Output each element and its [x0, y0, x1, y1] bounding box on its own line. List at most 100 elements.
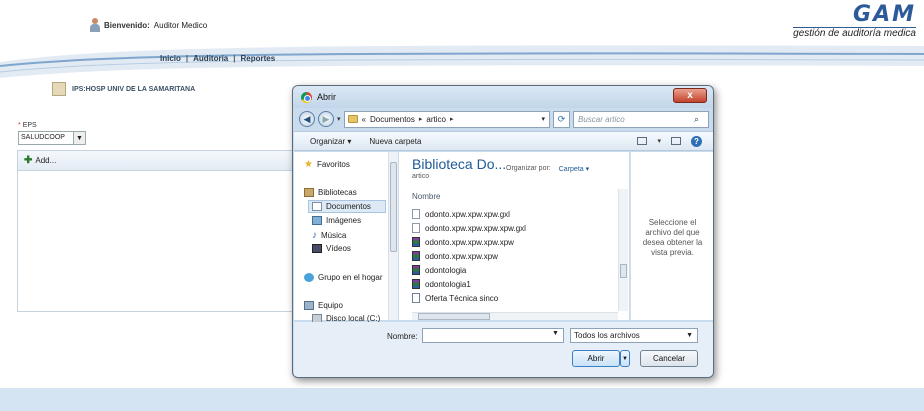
dialog-bottom-bar: Nombre: ▼ Todos los archivos ▼ Abrir ▼ C… — [294, 322, 713, 377]
view-controls: ▾ ? — [637, 135, 713, 147]
back-arrow-icon[interactable]: ◀ — [299, 111, 315, 127]
address-prefix[interactable]: « — [362, 115, 366, 124]
arrange-by-label: Organizar por: — [506, 165, 551, 172]
chevron-down-icon[interactable]: ▼ — [73, 132, 85, 144]
nav-auditoria[interactable]: Auditoria — [193, 54, 228, 63]
file-icon — [412, 223, 420, 233]
archive-file-icon — [412, 279, 420, 289]
nav-videos[interactable]: Vídeos — [312, 244, 351, 253]
nav-inicio[interactable]: Inicio — [160, 54, 181, 63]
chevron-down-icon[interactable]: ▾ — [537, 115, 549, 123]
nav-computer[interactable]: Equipo — [304, 301, 343, 310]
ips-header: IPS:HOSP UNIV DE LA SAMARITANA — [52, 82, 195, 96]
list-item[interactable]: odonto.xpw.xpw.xpw.xpw — [412, 235, 612, 249]
list-item[interactable]: odonto.xpw.xpw.xpw.xpw.gxl — [412, 221, 612, 235]
search-box[interactable]: ⌕ — [573, 110, 709, 128]
image-icon — [312, 216, 322, 225]
preview-pane: Seleccione el archivo del que desea obte… — [630, 152, 713, 320]
page-footer — [0, 388, 924, 411]
command-bar: Organizar ▾ Nueva carpeta ▾ ? — [294, 131, 713, 151]
view-options-icon[interactable] — [637, 137, 648, 145]
chevron-right-icon[interactable]: ▸ — [450, 115, 454, 123]
user-icon — [90, 18, 100, 32]
ips-label: IPS:HOSP UNIV DE LA SAMARITANA — [72, 85, 196, 93]
gam-logo: GAM — [853, 2, 916, 27]
nav-separator: | — [185, 53, 189, 63]
breadcrumb-documentos[interactable]: Documentos — [370, 115, 415, 124]
forward-arrow-icon[interactable]: ▶ — [318, 111, 334, 127]
nav-documents[interactable]: Documentos — [308, 200, 386, 213]
folder-icon — [347, 115, 358, 123]
preview-pane-icon[interactable] — [671, 137, 681, 145]
chevron-down-icon[interactable]: ▾ — [657, 137, 661, 145]
required-mark: * — [18, 122, 21, 129]
chevron-right-icon[interactable]: ▸ — [419, 115, 423, 123]
file-list-vertical-scrollbar[interactable] — [618, 189, 628, 311]
nav-reportes[interactable]: Reportes — [241, 54, 276, 63]
file-name-label: Nombre: — [387, 332, 418, 341]
file-list-horizontal-scrollbar[interactable] — [412, 312, 618, 320]
breadcrumb-artico[interactable]: artico — [426, 115, 446, 124]
library-subtitle: artico — [412, 173, 430, 180]
brand-tagline: gestión de auditoría medica — [793, 27, 916, 39]
new-folder-button[interactable]: Nueva carpeta — [369, 137, 421, 146]
top-header: Bienvenido: Auditor Medico GAM gestión d… — [0, 0, 924, 44]
computer-icon — [304, 301, 314, 310]
open-options-dropdown[interactable]: ▼ — [620, 350, 630, 367]
file-name: odontologia1 — [425, 279, 471, 289]
brand-logo: GAM gestión de auditoría medica — [793, 2, 916, 39]
dialog-titlebar: Abrir x — [293, 86, 713, 108]
list-item[interactable]: odontologia1 — [412, 277, 612, 291]
nav-music[interactable]: ♪ Música — [312, 230, 346, 241]
eps-panel: ✚ Add... — [17, 150, 293, 312]
help-icon[interactable]: ? — [691, 135, 702, 147]
star-icon: ★ — [304, 159, 313, 170]
nav-homegroup-label: Grupo en el hogar — [318, 273, 383, 282]
nav-homegroup[interactable]: Grupo en el hogar — [304, 273, 383, 282]
video-icon — [312, 244, 322, 253]
nav-libraries-label: Bibliotecas — [318, 188, 357, 197]
file-name-input[interactable] — [422, 328, 564, 343]
cancel-button[interactable]: Cancelar — [640, 350, 698, 367]
list-item[interactable]: odonto.xpw.xpw.xpw.gxl — [412, 207, 612, 221]
chevron-down-icon[interactable]: ▼ — [686, 332, 697, 339]
history-dropdown-icon[interactable]: ▾ — [337, 115, 341, 123]
search-icon[interactable]: ⌕ — [694, 114, 708, 125]
organize-button[interactable]: Organizar ▾ — [310, 137, 351, 146]
open-button[interactable]: Abrir — [572, 350, 620, 367]
panel-toolbar: ✚ Add... — [18, 151, 292, 171]
file-type-select[interactable]: Todos los archivos ▼ — [570, 328, 698, 343]
column-header-name[interactable]: Nombre — [412, 192, 440, 201]
music-icon: ♪ — [312, 230, 317, 241]
eps-select[interactable]: SALUDCOOP ▼ — [18, 131, 86, 145]
list-item[interactable]: odontologia — [412, 263, 612, 277]
nav-scrollbar-thumb[interactable] — [390, 162, 397, 252]
search-input[interactable] — [578, 114, 694, 124]
welcome-area: Bienvenido: Auditor Medico — [90, 18, 207, 32]
nav-separator: | — [233, 53, 236, 63]
nav-images[interactable]: Imágenes — [312, 216, 361, 225]
eps-label: * EPS — [18, 122, 37, 129]
file-list: odonto.xpw.xpw.xpw.gxl odonto.xpw.xpw.xp… — [412, 207, 612, 305]
vertical-scrollbar-thumb[interactable] — [620, 264, 627, 278]
close-button[interactable]: x — [673, 88, 707, 103]
arrange-by: Organizar por: Carpeta ▾ — [506, 165, 589, 173]
eps-select-value: SALUDCOOP — [21, 134, 65, 141]
list-item[interactable]: odonto.xpw.xpw.xpw — [412, 249, 612, 263]
document-file-icon — [412, 293, 420, 303]
nav-videos-label: Vídeos — [326, 244, 351, 253]
file-name: odontologia — [425, 265, 467, 275]
arrange-by-dropdown[interactable]: Carpeta ▾ — [559, 165, 589, 173]
add-button[interactable]: Add... — [35, 156, 56, 165]
refresh-icon[interactable]: ⟳ — [553, 110, 570, 128]
list-item[interactable]: Oferta Técnica sinco — [412, 291, 612, 305]
address-bar[interactable]: « Documentos ▸ artico ▸ ▾ — [343, 110, 550, 128]
nav-favorites[interactable]: ★ Favoritos — [304, 159, 350, 170]
main-nav: Inicio | Auditoria | Reportes — [0, 46, 924, 70]
chevron-down-icon[interactable]: ▼ — [552, 330, 559, 337]
nav-music-label: Música — [321, 231, 347, 240]
nav-scrollbar[interactable] — [388, 152, 398, 320]
plus-icon: ✚ — [24, 155, 33, 166]
horizontal-scrollbar-thumb[interactable] — [418, 313, 490, 320]
nav-libraries[interactable]: Bibliotecas — [304, 188, 357, 197]
